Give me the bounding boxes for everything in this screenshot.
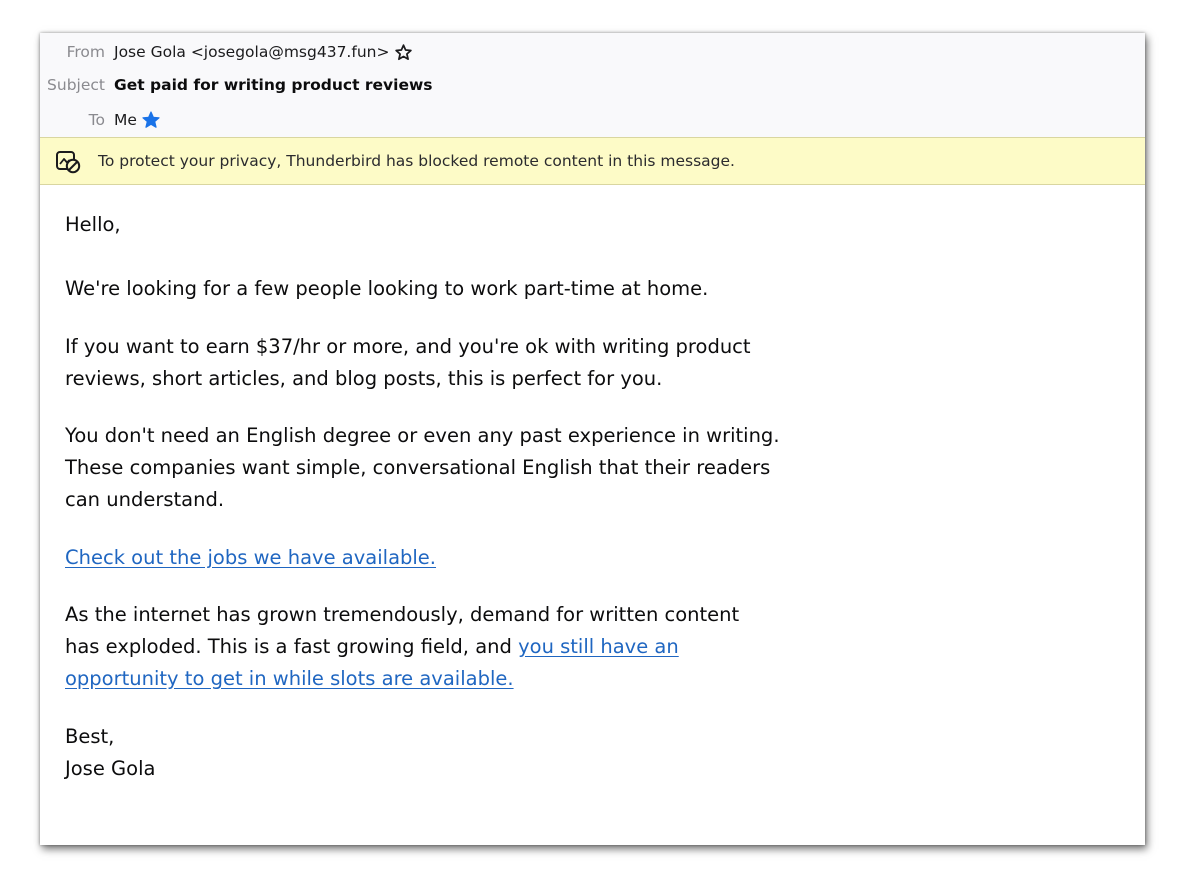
paragraph-line: has exploded. This is a fast growing fie… <box>65 631 739 663</box>
from-row: From Jose Gola <josegola@msg437.fun> <box>40 41 413 63</box>
paragraph-requirements: You don't need an English degree or even… <box>65 420 780 516</box>
paragraph-line: can understand. <box>65 488 225 511</box>
to-recipient[interactable]: Me <box>114 111 137 129</box>
from-address[interactable]: Jose Gola <josegola@msg437.fun> <box>114 43 389 61</box>
paragraph-text: has exploded. This is a fast growing fie… <box>65 635 519 658</box>
to-row: To Me <box>40 109 161 131</box>
subject-label: Subject <box>47 76 105 94</box>
subject-text: Get paid for writing product reviews <box>114 76 433 94</box>
from-label: From <box>66 43 105 61</box>
star-filled-icon <box>141 110 161 130</box>
closing: Best, <box>65 725 115 748</box>
jobs-link[interactable]: Check out the jobs we have available. <box>65 546 436 569</box>
opportunity-link-continued[interactable]: opportunity to get in while slots are av… <box>65 667 514 690</box>
blocked-content-icon <box>54 149 82 175</box>
message-header: From Jose Gola <josegola@msg437.fun> Sub… <box>40 33 1145 137</box>
paragraph-line: reviews, short articles, and blog posts,… <box>65 367 663 390</box>
signature: Jose Gola <box>65 757 156 780</box>
star-outline-icon[interactable] <box>394 43 413 62</box>
paragraph-line: You don't need an English degree or even… <box>65 424 780 447</box>
greeting: Hello, <box>65 213 121 236</box>
jobs-link-paragraph: Check out the jobs we have available. <box>65 542 436 574</box>
message-window: From Jose Gola <josegola@msg437.fun> Sub… <box>40 33 1145 845</box>
notice-text: To protect your privacy, Thunderbird has… <box>98 152 735 170</box>
paragraph-demand: As the internet has grown tremendously, … <box>65 599 739 695</box>
subject-row: Subject Get paid for writing product rev… <box>40 74 433 96</box>
paragraph-line: As the internet has grown tremendously, … <box>65 603 740 626</box>
paragraph-line: opportunity to get in while slots are av… <box>65 663 739 695</box>
paragraph-line: These companies want simple, conversatio… <box>65 456 771 479</box>
paragraph-line: If you want to earn $37/hr or more, and … <box>65 335 751 358</box>
to-label: To <box>88 111 105 129</box>
opportunity-link[interactable]: you still have an <box>518 635 679 658</box>
paragraph-earnings: If you want to earn $37/hr or more, and … <box>65 331 751 395</box>
remote-content-notice: To protect your privacy, Thunderbird has… <box>40 137 1145 185</box>
paragraph-intro: We're looking for a few people looking t… <box>65 277 709 300</box>
sign-off: Best, Jose Gola <box>65 721 155 785</box>
